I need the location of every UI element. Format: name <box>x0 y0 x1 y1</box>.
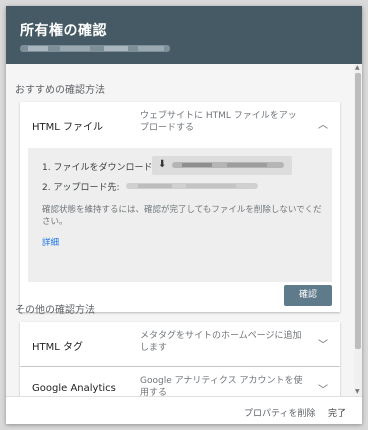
keep-file-note: 確認状態を維持するには、確認が完了してもファイルを削除しないでください。 <box>42 205 322 227</box>
scroll-down-icon[interactable]: ▼ <box>355 388 360 395</box>
method-card-google-analytics[interactable]: Google Analytics Google アナリティクス アカウントを使用… <box>20 367 340 396</box>
obscured-file-name <box>172 162 284 168</box>
done-button[interactable]: 完了 <box>328 406 346 419</box>
chevron-down-icon[interactable]: ﹀ <box>318 381 328 396</box>
download-file-button[interactable]: ⬇ <box>152 156 292 175</box>
method-card-html-file: HTML ファイル ウェブサイトに HTML ファイルをアップロードする ︿ 1… <box>20 102 340 312</box>
method-card-html-tag[interactable]: HTML タグ メタタグをサイトのホームページに追加します ﹀ <box>20 322 340 366</box>
scrollbar-thumb[interactable] <box>355 73 361 349</box>
method-name: HTML タグ <box>32 342 84 353</box>
dialog-header: 所有権の確認 <box>6 6 362 64</box>
dialog-footer: プロパティを削除 完了 <box>6 396 362 424</box>
scroll-up-icon[interactable]: ▲ <box>355 64 360 71</box>
recommended-methods-label: おすすめの確認方法 <box>15 85 105 96</box>
obscured-site-url <box>20 45 170 52</box>
upload-step-label: 2. アップロード先: <box>42 183 120 193</box>
other-methods-label: その他の確認方法 <box>15 305 95 316</box>
method-description: メタタグをサイトのホームページに追加します <box>140 331 302 353</box>
chevron-down-icon[interactable]: ﹀ <box>318 336 328 351</box>
download-step-label: 1. ファイルをダウンロード: <box>42 163 156 173</box>
confirm-button[interactable]: 確認 <box>284 285 332 306</box>
obscured-upload-url <box>126 183 258 189</box>
method-description: ウェブサイトに HTML ファイルをアップロードする <box>140 111 297 133</box>
html-file-instructions: 1. ファイルをダウンロード: ⬇ 2. アップロード先: 確認状態を維持するに… <box>28 148 332 282</box>
dialog-title: 所有権の確認 <box>20 23 107 39</box>
method-name[interactable]: HTML ファイル <box>32 118 103 133</box>
vertical-scrollbar[interactable]: ▲ ▼ <box>354 64 362 396</box>
method-name: Google Analytics <box>32 383 116 394</box>
method-description: Google アナリティクス アカウントを使用する <box>140 376 303 396</box>
download-icon: ⬇ <box>158 159 167 170</box>
learn-more-link[interactable]: 詳細 <box>42 236 59 248</box>
ownership-dialog: 所有権の確認 おすすめの確認方法 HTML ファイル ウェブサイトに HTML … <box>6 6 362 424</box>
dialog-content[interactable]: おすすめの確認方法 HTML ファイル ウェブサイトに HTML ファイルをアッ… <box>6 64 354 396</box>
delete-property-button[interactable]: プロパティを削除 <box>244 406 315 419</box>
chevron-up-icon[interactable]: ︿ <box>318 116 328 131</box>
